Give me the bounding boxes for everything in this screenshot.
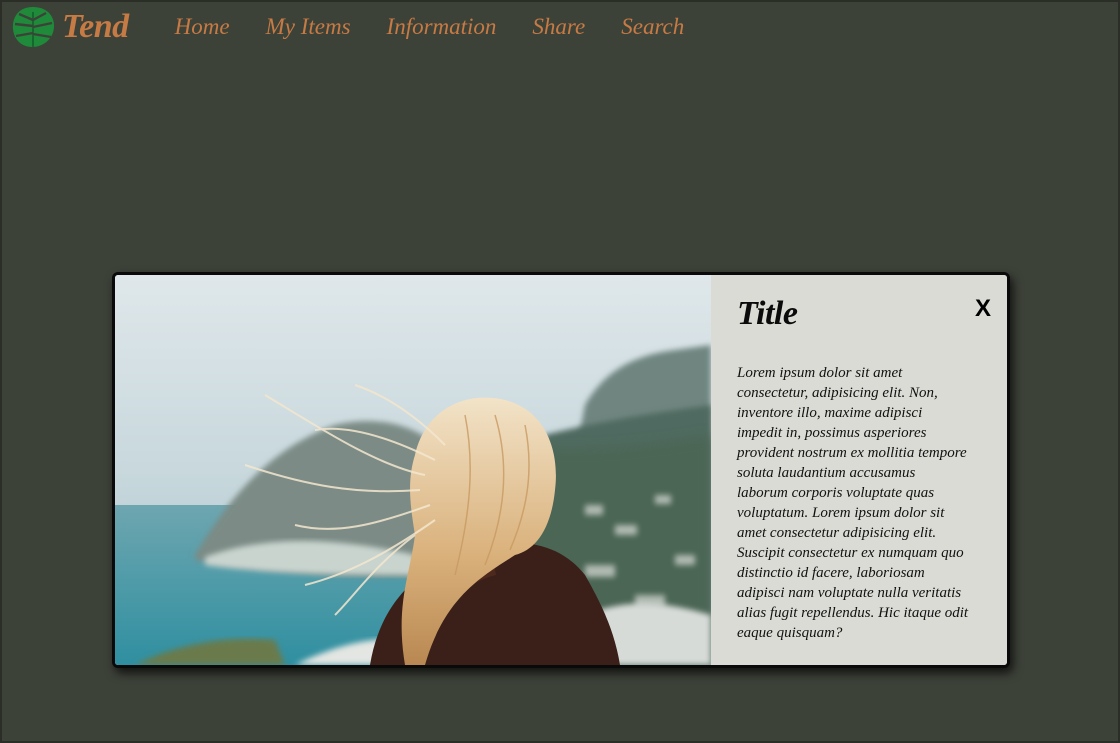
top-nav: Tend Home My Items Information Share Sea… xyxy=(10,4,720,50)
nav-share[interactable]: Share xyxy=(532,14,585,40)
brand-link[interactable]: Tend xyxy=(10,4,129,50)
nav-information[interactable]: Information xyxy=(387,14,497,40)
nav-search[interactable]: Search xyxy=(621,14,684,40)
nav-links: Home My Items Information Share Search xyxy=(175,14,721,40)
photo-image xyxy=(115,275,711,665)
close-button[interactable]: X xyxy=(975,297,991,321)
nav-my-items[interactable]: My Items xyxy=(266,14,351,40)
brand-name: Tend xyxy=(62,8,129,45)
nav-home[interactable]: Home xyxy=(175,14,230,40)
modal-title: Title xyxy=(737,295,798,332)
modal-dialog: Title X Lorem ipsum dolor sit amet conse… xyxy=(112,272,1010,668)
modal-body-text: Lorem ipsum dolor sit amet consectetur, … xyxy=(737,365,969,641)
modal-photo xyxy=(115,275,711,665)
modal-content: Title X Lorem ipsum dolor sit amet conse… xyxy=(711,275,1007,665)
monstera-leaf-icon xyxy=(12,7,54,47)
